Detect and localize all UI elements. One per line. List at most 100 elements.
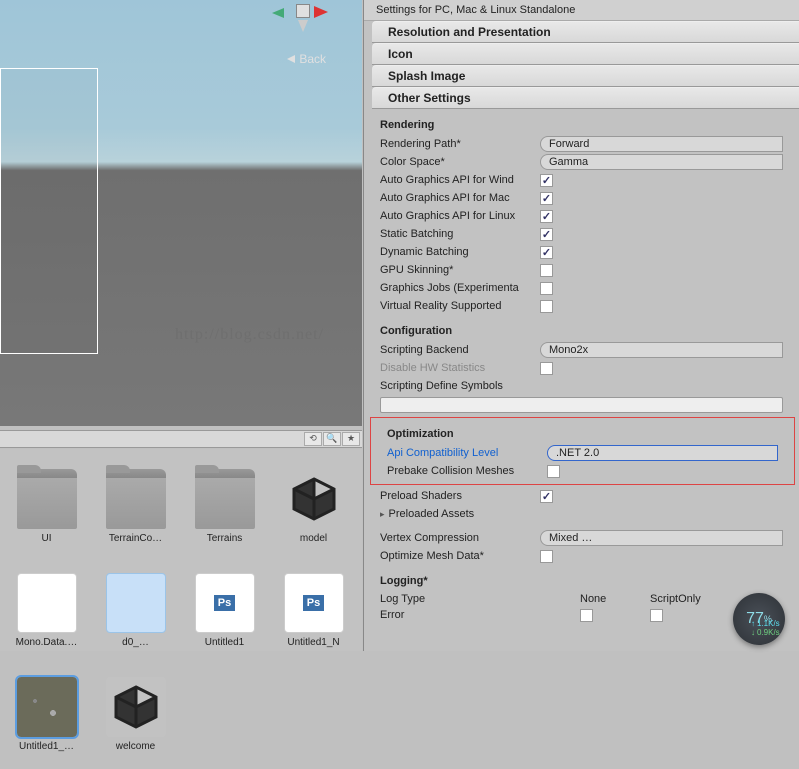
prop-label: Auto Graphics API for Linux xyxy=(380,210,540,222)
asset-label: Untitled1 xyxy=(205,637,244,648)
prop-label: Auto Graphics API for Wind xyxy=(380,174,540,186)
gpu-skinning-checkbox[interactable] xyxy=(540,264,553,277)
asset-label: d0_… xyxy=(122,637,149,648)
prop-label: Preload Shaders xyxy=(380,490,540,502)
scripting-backend-dropdown[interactable]: Mono2x xyxy=(540,342,783,358)
log-none-col: None xyxy=(580,593,650,605)
prop-label: GPU Skinning* xyxy=(380,264,540,276)
optimization-header: Optimization xyxy=(371,424,794,444)
section-resolution[interactable]: Resolution and Presentation xyxy=(372,21,799,43)
logging-header: Logging* xyxy=(364,571,799,591)
file-icon xyxy=(17,573,77,633)
asset-label: Terrains xyxy=(207,533,243,544)
texture-icon xyxy=(17,677,77,737)
scene-gizmo[interactable] xyxy=(272,2,342,32)
asset-label: welcome xyxy=(116,741,155,752)
dynamic-batch-checkbox[interactable] xyxy=(540,246,553,259)
asset-item-d0[interactable]: d0_… xyxy=(97,573,174,665)
toolbar-btn-3[interactable]: ★ xyxy=(342,432,360,446)
asset-item-untitled1[interactable]: Ps Untitled1 xyxy=(186,573,263,665)
prop-label: Scripting Define Symbols xyxy=(380,380,540,392)
prop-label: Dynamic Batching xyxy=(380,246,540,258)
vr-supported-checkbox[interactable] xyxy=(540,300,553,313)
inspector-panel: Settings for PC, Mac & Linux Standalone … xyxy=(363,0,799,651)
rendering-path-dropdown[interactable]: Forward xyxy=(540,136,783,152)
gizmo-x-pos[interactable] xyxy=(314,6,328,18)
optimization-highlight: Optimization Api Compatibility Level .NE… xyxy=(370,417,795,485)
logging-columns: Log Type None ScriptOnly xyxy=(364,591,799,607)
prop-label: Scripting Backend xyxy=(380,344,540,356)
define-symbols-input[interactable] xyxy=(380,397,783,413)
prop-vertex-compression: Vertex Compression Mixed … xyxy=(364,529,799,547)
prop-label: Rendering Path* xyxy=(380,138,540,150)
log-error-label: Error xyxy=(380,609,580,622)
prop-color-space: Color Space* Gamma xyxy=(364,153,799,171)
prop-label: Disable HW Statistics xyxy=(380,362,540,374)
file-icon xyxy=(106,573,166,633)
vertex-compression-dropdown[interactable]: Mixed … xyxy=(540,530,783,546)
log-type-col: Log Type xyxy=(380,593,580,605)
photoshop-icon: Ps xyxy=(195,573,255,633)
folder-icon xyxy=(106,469,166,529)
auto-gfx-linux-checkbox[interactable] xyxy=(540,210,553,223)
section-icon[interactable]: Icon xyxy=(372,43,799,65)
disable-hw-checkbox[interactable] xyxy=(540,362,553,375)
back-button[interactable]: Back xyxy=(287,52,326,66)
project-toolbar: ⟲ 🔍 ★ xyxy=(0,430,362,448)
asset-item-terrains[interactable]: Terrains xyxy=(186,469,263,561)
inspector-title: Settings for PC, Mac & Linux Standalone xyxy=(364,0,799,21)
prop-label: Vertex Compression xyxy=(380,532,540,544)
asset-browser[interactable]: UI TerrainCo… Terrains model Mono.Data.…… xyxy=(0,449,362,651)
asset-item-terrainco[interactable]: TerrainCo… xyxy=(97,469,174,561)
asset-item-welcome[interactable]: welcome xyxy=(97,677,174,769)
optimize-mesh-checkbox[interactable] xyxy=(540,550,553,563)
gizmo-y-neg[interactable] xyxy=(298,20,308,32)
gizmo-cube[interactable] xyxy=(296,4,310,18)
static-batch-checkbox[interactable] xyxy=(540,228,553,241)
color-space-dropdown[interactable]: Gamma xyxy=(540,154,783,170)
prop-label: Color Space* xyxy=(380,156,540,168)
log-error-none-checkbox[interactable] xyxy=(580,609,593,622)
unity-icon xyxy=(284,469,344,529)
log-scriptonly-col: ScriptOnly xyxy=(650,593,720,605)
watermark-text: http://blog.csdn.net/ xyxy=(175,326,324,344)
photoshop-icon: Ps xyxy=(284,573,344,633)
section-other[interactable]: Other Settings xyxy=(372,87,799,109)
prop-label: Static Batching xyxy=(380,228,540,240)
prop-label: Api Compatibility Level xyxy=(387,447,547,459)
net-up-speed: 1.1K/s xyxy=(751,619,799,628)
asset-label: Mono.Data.… xyxy=(16,637,78,648)
asset-label: Untitled1_… xyxy=(19,741,74,752)
asset-item-monodata[interactable]: Mono.Data.… xyxy=(8,573,85,665)
asset-item-model[interactable]: model xyxy=(275,469,352,561)
folder-icon xyxy=(195,469,255,529)
prop-api-compat: Api Compatibility Level .NET 2.0 xyxy=(371,444,794,462)
scene-view[interactable]: Back http://blog.csdn.net/ xyxy=(0,0,362,426)
prop-label: Auto Graphics API for Mac xyxy=(380,192,540,204)
asset-item-ui[interactable]: UI xyxy=(8,469,85,561)
auto-gfx-mac-checkbox[interactable] xyxy=(540,192,553,205)
back-label: Back xyxy=(299,52,326,66)
prop-label: Virtual Reality Supported xyxy=(380,300,540,312)
prebake-checkbox[interactable] xyxy=(547,465,560,478)
gizmo-x-neg[interactable] xyxy=(272,8,284,18)
asset-item-untitled1n[interactable]: Ps Untitled1_N xyxy=(275,573,352,665)
asset-label: UI xyxy=(42,533,52,544)
api-compat-dropdown[interactable]: .NET 2.0 xyxy=(547,445,778,461)
auto-gfx-win-checkbox[interactable] xyxy=(540,174,553,187)
back-arrow-icon xyxy=(287,55,295,63)
asset-item-untitled1sel[interactable]: Untitled1_… xyxy=(8,677,85,769)
preloaded-assets-foldout[interactable]: Preloaded Assets xyxy=(380,508,540,520)
asset-label: TerrainCo… xyxy=(109,533,162,544)
toolbar-btn-1[interactable]: ⟲ xyxy=(304,432,322,446)
section-splash[interactable]: Splash Image xyxy=(372,65,799,87)
asset-label: model xyxy=(300,533,327,544)
gfx-jobs-checkbox[interactable] xyxy=(540,282,553,295)
asset-label: Untitled1_N xyxy=(287,637,339,648)
prop-label: Prebake Collision Meshes xyxy=(387,465,547,477)
preload-shaders-checkbox[interactable] xyxy=(540,490,553,503)
net-down-speed: 0.9K/s xyxy=(751,628,799,637)
log-error-scriptonly-checkbox[interactable] xyxy=(650,609,663,622)
toolbar-btn-2[interactable]: 🔍 xyxy=(323,432,341,446)
network-speeds: 1.1K/s 0.9K/s xyxy=(751,619,799,637)
